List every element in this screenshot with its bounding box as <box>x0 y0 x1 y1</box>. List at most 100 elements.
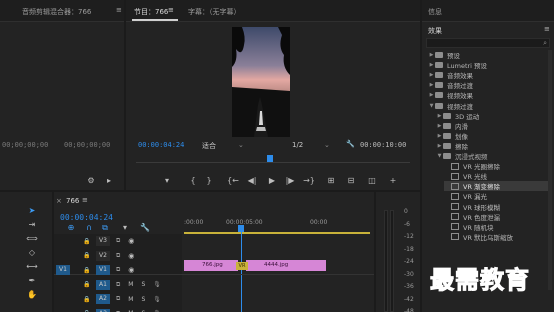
info-tab[interactable]: 信息 <box>428 7 442 17</box>
track-name[interactable]: V2 <box>96 250 110 261</box>
source-patch[interactable] <box>56 236 70 246</box>
chevron-right-icon[interactable]: ▶ <box>436 133 443 139</box>
source-patch[interactable]: V1 <box>56 265 70 275</box>
source-patch[interactable] <box>56 309 70 312</box>
sync-lock-icon[interactable]: ⧉ <box>116 281 120 289</box>
clip-766[interactable]: 766.jpg <box>184 260 238 271</box>
sync-lock-icon[interactable]: ⧉ <box>116 252 120 260</box>
audio-clip-mixer-tab[interactable]: 音频剪辑混合器：766 <box>22 7 91 17</box>
effects-tree-item[interactable]: VR 光圈擦除 <box>444 161 550 171</box>
chevron-right-icon[interactable]: ▶ <box>428 52 435 58</box>
captions-tab[interactable]: 字幕：（无字幕） <box>188 7 241 17</box>
sync-lock-icon[interactable]: ⧉ <box>116 237 120 245</box>
timeline-settings-icon[interactable]: 🔧 <box>140 223 150 233</box>
eye-icon[interactable]: ◉ <box>128 237 134 245</box>
scrub-playhead[interactable] <box>267 155 273 162</box>
chevron-right-icon[interactable]: ▶ <box>428 72 435 78</box>
expand-icon[interactable]: ▸ <box>104 176 114 186</box>
zoom-select[interactable]: 适合 <box>202 141 216 151</box>
effects-tree-item[interactable]: VR 渐变擦除 <box>444 181 550 192</box>
source-patch[interactable] <box>56 280 70 290</box>
snap-icon[interactable]: ∩ <box>84 223 94 233</box>
track-name[interactable]: A1 <box>96 279 110 290</box>
lock-icon[interactable]: 🔒 <box>82 281 92 288</box>
chevron-right-icon[interactable]: ▶ <box>436 113 443 119</box>
effects-tree-item[interactable]: VR 色度泄漏 <box>444 212 550 222</box>
effects-tree-item[interactable]: VR 光线 <box>444 171 550 181</box>
nest-icon[interactable]: ⊕ <box>66 223 76 233</box>
mute-icon[interactable]: M <box>128 296 133 303</box>
microphone-icon[interactable]: 🎙 <box>153 296 161 303</box>
effects-tree-item[interactable]: ▶ 视频效果 <box>428 90 550 100</box>
track-select-tool-icon[interactable]: ⇥ <box>26 220 38 230</box>
wrench-icon[interactable]: ⚙ <box>86 176 96 186</box>
step-forward-button[interactable]: |▶ <box>284 176 296 186</box>
timeline-menu-icon[interactable]: ≡ <box>82 196 88 204</box>
chevron-down-icon[interactable]: ▼ <box>428 103 435 109</box>
effects-scrollbar[interactable] <box>548 50 552 290</box>
sync-lock-icon[interactable]: ⧉ <box>116 266 120 274</box>
mark-out-button[interactable]: } <box>204 176 214 186</box>
marker-icon[interactable]: ▾ <box>162 176 172 186</box>
effects-tree-item[interactable]: ▶ 内滑 <box>436 121 550 131</box>
clip-4444[interactable]: 4444.jpg <box>246 260 326 271</box>
chevron-right-icon[interactable]: ▶ <box>428 92 435 98</box>
go-to-out-button[interactable]: →} <box>302 176 316 186</box>
effects-tree-item[interactable]: VR 随机块 <box>444 222 550 232</box>
timeline-playhead-head[interactable] <box>238 225 244 232</box>
button-editor-icon[interactable]: + <box>388 176 398 186</box>
solo-icon[interactable]: S <box>141 296 145 303</box>
mark-in-button[interactable]: { <box>188 176 198 186</box>
linked-selection-icon[interactable]: ⧉ <box>100 223 110 233</box>
effects-tree-item[interactable]: ▶ 预设 <box>428 50 550 60</box>
effects-tree-item[interactable]: ▶ Lumetri 预设 <box>428 60 550 70</box>
effects-tree-item[interactable]: ▶ 音频过渡 <box>428 80 550 90</box>
effects-tree-item[interactable]: ▶ 3D 运动 <box>436 111 550 121</box>
ripple-edit-tool-icon[interactable]: ⟺ <box>26 234 38 244</box>
resolution-select[interactable]: 1/2 <box>292 141 303 149</box>
transition-vr-gradient-wipe[interactable]: VR <box>236 262 248 270</box>
chevron-right-icon[interactable]: ▶ <box>436 123 443 129</box>
chevron-down-icon[interactable]: ▼ <box>436 153 443 159</box>
chevron-right-icon[interactable]: ▶ <box>428 62 435 68</box>
step-back-button[interactable]: ◀| <box>246 176 258 186</box>
mute-icon[interactable]: M <box>128 281 133 288</box>
effects-tree-item[interactable]: ▶ 划像 <box>436 131 550 141</box>
lift-icon[interactable]: ⊞ <box>324 176 338 186</box>
sync-lock-icon[interactable]: ⧉ <box>116 295 120 303</box>
go-to-in-button[interactable]: {← <box>226 176 240 186</box>
chevron-right-icon[interactable]: ▶ <box>428 82 435 88</box>
source-patch[interactable] <box>56 251 70 261</box>
track-name[interactable]: V3 <box>96 236 110 246</box>
track-name[interactable]: A2 <box>96 294 110 304</box>
lock-icon[interactable]: 🔒 <box>82 296 92 303</box>
export-frame-icon[interactable]: ◫ <box>366 176 378 186</box>
effects-tree-item[interactable]: VR 默比乌斯缩放 <box>444 232 550 242</box>
timeline-tab[interactable]: 766 <box>66 197 79 205</box>
effects-tab[interactable]: 效果 <box>428 26 442 36</box>
effects-tree-item[interactable]: ▶ 擦除 <box>436 141 550 151</box>
timeline-close-icon[interactable]: × <box>56 197 62 205</box>
effects-tree-item[interactable]: VR 球形模糊 <box>444 202 550 212</box>
razor-tool-icon[interactable]: ◇ <box>26 248 38 258</box>
track-name[interactable]: V1 <box>96 265 110 275</box>
effects-tree-item[interactable]: ▼ 沉浸式视频 <box>436 151 550 161</box>
slip-tool-icon[interactable]: ⟷ <box>26 262 38 272</box>
eye-icon[interactable]: ◉ <box>128 266 134 274</box>
play-button[interactable]: ▶ <box>267 176 277 186</box>
add-marker-icon[interactable]: ▾ <box>120 223 130 233</box>
solo-icon[interactable]: S <box>141 281 145 288</box>
source-patch[interactable] <box>56 294 70 304</box>
effects-tree-item[interactable]: VR 漏光 <box>444 191 550 201</box>
track-name[interactable]: A3 <box>96 308 110 312</box>
selection-tool-icon[interactable]: ➤ <box>26 206 38 216</box>
timeline-timecode[interactable]: 00:00:04:24 <box>60 213 113 222</box>
settings-wrench-icon[interactable]: 🔧 <box>346 140 355 148</box>
playhead-timecode[interactable]: 00:00:04:24 <box>138 141 184 149</box>
effects-search-input[interactable]: ⌕ <box>426 38 550 48</box>
panel-menu-icon[interactable]: ≡ <box>116 6 122 14</box>
chevron-right-icon[interactable]: ▶ <box>436 143 443 149</box>
zoom-chevron-down-icon[interactable]: ⌄ <box>238 141 244 149</box>
extract-icon[interactable]: ⊟ <box>344 176 358 186</box>
scrub-bar[interactable] <box>136 162 410 168</box>
